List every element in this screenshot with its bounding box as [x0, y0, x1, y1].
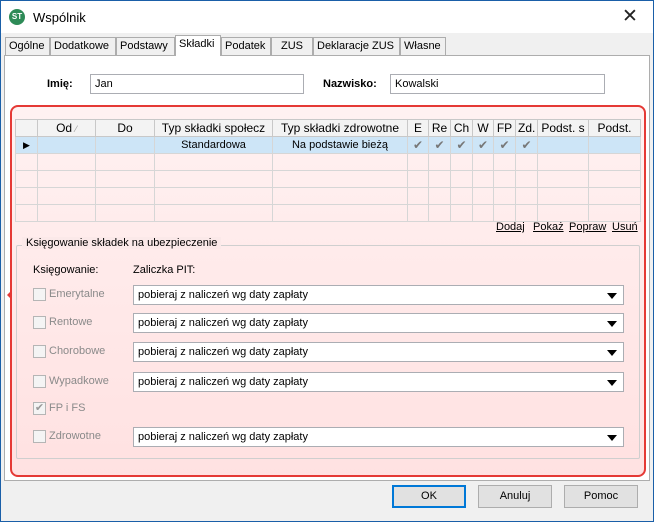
- tab-zus[interactable]: ZUS: [271, 37, 313, 55]
- table-row[interactable]: ▶ Standardowa Na podstawie bieżą ✔ ✔ ✔ ✔…: [15, 136, 641, 154]
- cell-podst[interactable]: [588, 136, 641, 154]
- column-header-re[interactable]: Re: [428, 119, 451, 137]
- table-row-empty[interactable]: [15, 153, 641, 171]
- emerytalne-pit-select[interactable]: pobieraj z naliczeń wg daty zapłaty: [133, 285, 624, 305]
- column-header-w[interactable]: W: [472, 119, 494, 137]
- wypadkowe-pit-value: pobieraj z naliczeń wg daty zapłaty: [138, 376, 308, 388]
- fp-fs-checkbox[interactable]: ✔: [33, 402, 46, 415]
- first-name-label: Imię:: [47, 78, 73, 90]
- booking-legend: Księgowanie składek na ubezpieczenie: [22, 237, 222, 249]
- chorobowe-label: Chorobowe: [49, 345, 106, 357]
- zdrowotne-pit-select[interactable]: pobieraj z naliczeń wg daty zapłaty: [133, 427, 624, 447]
- column-header-fp[interactable]: FP: [493, 119, 516, 137]
- chorobowe-pit-select[interactable]: pobieraj z naliczeń wg daty zapłaty: [133, 342, 624, 362]
- column-header-zd[interactable]: Zd.: [515, 119, 538, 137]
- check-icon[interactable]: ✔: [515, 136, 538, 154]
- column-header-do[interactable]: Do: [95, 119, 155, 137]
- chevron-down-icon: [607, 435, 617, 441]
- rentowe-pit-value: pobieraj z naliczeń wg daty zapłaty: [138, 317, 308, 329]
- pit-column-header: Zaliczka PIT:: [133, 264, 196, 276]
- grid-header-row: Od ⁄ Do Typ składki społecz Typ składki …: [15, 119, 641, 137]
- dialog-window: ST Wspólnik ✕ Ogólne Dodatkowe Podstawy …: [0, 0, 654, 522]
- show-link[interactable]: Pokaż: [533, 221, 564, 233]
- table-row-empty[interactable]: [15, 187, 641, 205]
- rentowe-pit-select[interactable]: pobieraj z naliczeń wg daty zapłaty: [133, 313, 624, 333]
- highlight-pointer: [7, 291, 11, 299]
- ok-button[interactable]: OK: [392, 485, 466, 508]
- rentowe-checkbox[interactable]: [33, 316, 46, 329]
- edit-link[interactable]: Popraw: [569, 221, 606, 233]
- check-icon[interactable]: ✔: [493, 136, 516, 154]
- check-icon[interactable]: ✔: [450, 136, 473, 154]
- zdrowotne-checkbox[interactable]: [33, 430, 46, 443]
- rentowe-label: Rentowe: [49, 316, 93, 328]
- chevron-down-icon: [607, 321, 617, 327]
- column-header-e[interactable]: E: [407, 119, 429, 137]
- booking-column-header: Księgowanie:: [33, 264, 99, 276]
- column-header-typ-zdrowotne[interactable]: Typ składki zdrowotne: [272, 119, 408, 137]
- contributions-grid: Od ⁄ Do Typ składki społecz Typ składki …: [15, 119, 641, 222]
- help-button[interactable]: Pomoc: [564, 485, 638, 508]
- cell-do[interactable]: [95, 136, 155, 154]
- tab-podatek[interactable]: Podatek: [221, 37, 271, 55]
- emerytalne-checkbox[interactable]: [33, 288, 46, 301]
- column-header-podst[interactable]: Podst.: [588, 119, 641, 137]
- emerytalne-pit-value: pobieraj z naliczeń wg daty zapłaty: [138, 289, 308, 301]
- close-icon[interactable]: ✕: [607, 1, 653, 33]
- chorobowe-checkbox[interactable]: [33, 345, 46, 358]
- check-icon[interactable]: ✔: [407, 136, 429, 154]
- zdrowotne-label: Zdrowotne: [49, 430, 101, 442]
- fp-fs-label: FP i FS: [49, 402, 86, 414]
- add-link[interactable]: Dodaj: [496, 221, 525, 233]
- app-logo-icon: ST: [9, 9, 25, 25]
- chevron-down-icon: [607, 380, 617, 386]
- cell-typ-spoleczne[interactable]: Standardowa: [154, 136, 273, 154]
- emerytalne-label: Emerytalne: [49, 288, 105, 300]
- wypadkowe-checkbox[interactable]: [33, 375, 46, 388]
- column-header-typ-spoleczne[interactable]: Typ składki społecz: [154, 119, 273, 137]
- table-row-empty[interactable]: [15, 170, 641, 188]
- wypadkowe-label: Wypadkowe: [49, 375, 109, 387]
- title-bar: ST Wspólnik ✕: [1, 1, 653, 33]
- last-name-field[interactable]: Kowalski: [390, 74, 605, 94]
- chevron-down-icon: [607, 293, 617, 299]
- first-name-field[interactable]: Jan: [90, 74, 304, 94]
- cell-typ-zdrowotne[interactable]: Na podstawie bieżą: [272, 136, 408, 154]
- window-title: Wspólnik: [33, 10, 86, 25]
- cancel-button[interactable]: Anuluj: [478, 485, 552, 508]
- column-header-od[interactable]: Od ⁄: [37, 119, 96, 137]
- table-row-empty[interactable]: [15, 204, 641, 222]
- tab-deklaracje-zus[interactable]: Deklaracje ZUS: [313, 37, 400, 55]
- current-row-icon: ▶: [15, 136, 38, 154]
- chevron-down-icon: [607, 350, 617, 356]
- check-icon[interactable]: ✔: [472, 136, 494, 154]
- check-icon[interactable]: ✔: [428, 136, 451, 154]
- zdrowotne-pit-value: pobieraj z naliczeń wg daty zapłaty: [138, 431, 308, 443]
- chorobowe-pit-value: pobieraj z naliczeń wg daty zapłaty: [138, 346, 308, 358]
- tab-dodatkowe[interactable]: Dodatkowe: [50, 37, 116, 55]
- last-name-label: Nazwisko:: [323, 78, 377, 90]
- row-indicator-header: [15, 119, 38, 137]
- tab-podstawy[interactable]: Podstawy: [116, 37, 175, 55]
- column-header-podst-s[interactable]: Podst. s: [537, 119, 589, 137]
- tab-skladki[interactable]: Składki: [175, 35, 221, 56]
- cell-podst-s[interactable]: [537, 136, 589, 154]
- delete-link[interactable]: Usuń: [612, 221, 638, 233]
- column-header-ch[interactable]: Ch: [450, 119, 473, 137]
- wypadkowe-pit-select[interactable]: pobieraj z naliczeń wg daty zapłaty: [133, 372, 624, 392]
- cell-od[interactable]: [37, 136, 96, 154]
- tab-wlasne[interactable]: Własne: [400, 37, 446, 55]
- sort-icon: ⁄: [75, 124, 77, 134]
- tab-ogolne[interactable]: Ogólne: [5, 37, 50, 55]
